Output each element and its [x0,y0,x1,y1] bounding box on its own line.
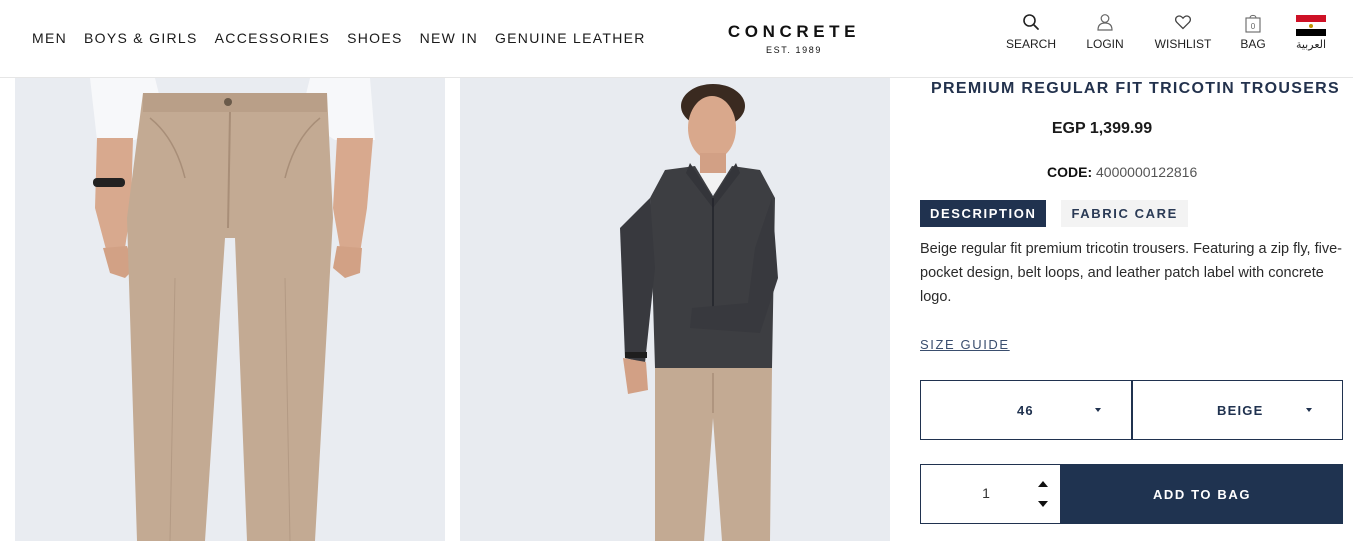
bag-label: BAG [1240,37,1266,51]
main-nav: MEN BOYS & GIRLS ACCESSORIES SHOES NEW I… [32,30,646,46]
tab-description[interactable]: DESCRIPTION [920,200,1047,227]
user-icon [1097,14,1113,31]
wishlist-label: WISHLIST [1154,37,1212,51]
color-select[interactable]: BEIGE [1132,380,1343,440]
brand-logo[interactable]: CONCRETE EST. 1989 [715,22,873,55]
egypt-flag-icon [1296,15,1326,36]
tab-fabric-care[interactable]: FABRIC CARE [1061,200,1188,227]
language-label: العربية [1295,38,1327,51]
nav-item-accessories[interactable]: ACCESSORIES [215,30,330,46]
trousers-closeup-illustration [15,78,445,541]
product-price: EGP 1,399.99 [920,120,1340,138]
product-description: Beige regular fit premium tricotin trous… [920,241,1343,305]
code-value: 4000000122816 [1096,164,1198,180]
search-icon [1023,14,1039,30]
size-selected-value: 46 [1017,403,1034,418]
nav-item-shoes[interactable]: SHOES [347,30,403,46]
site-header: MEN BOYS & GIRLS ACCESSORIES SHOES NEW I… [0,0,1353,78]
bag-count: 0 [1251,22,1256,31]
add-to-bag-button[interactable]: ADD TO BAG [1061,464,1343,524]
login-label: LOGIN [1086,37,1124,51]
increment-arrow-icon[interactable] [1038,481,1048,487]
size-guide-link[interactable]: SIZE GUIDE [920,337,1010,352]
language-switch[interactable]: العربية [1294,13,1328,51]
logo-tagline: EST. 1989 [766,45,822,55]
code-label: CODE: [1047,164,1093,180]
size-select[interactable]: 46 [920,380,1132,440]
product-code: CODE: 4000000122816 [1047,164,1197,180]
nav-item-genuine-leather[interactable]: GENUINE LEATHER [495,30,646,46]
shopping-bag-icon: 0 [1245,14,1261,33]
product-tabs: DESCRIPTION FABRIC CARE [920,200,1188,227]
product-image-1[interactable] [15,78,445,541]
logo-brand: CONCRETE [727,22,861,41]
product-image-2[interactable] [460,78,890,541]
color-selected-value: BEIGE [1217,403,1264,418]
nav-item-men[interactable]: MEN [32,30,67,46]
nav-item-new-in[interactable]: NEW IN [420,30,478,46]
quantity-stepper [920,464,1061,524]
decrement-arrow-icon[interactable] [1038,501,1048,507]
heart-icon [1175,15,1191,30]
search-button[interactable]: SEARCH [1006,13,1056,51]
product-title: PREMIUM REGULAR FIT TRICOTIN TROUSERS [931,80,1340,97]
price-value: EGP 1,399.99 [1051,120,1153,137]
search-label: SEARCH [1006,37,1057,51]
wishlist-button[interactable]: WISHLIST [1153,13,1213,51]
bag-button[interactable]: 0 BAG [1238,13,1268,51]
login-button[interactable]: LOGIN [1085,13,1125,51]
chevron-down-icon [1306,408,1312,412]
chevron-down-icon [1095,408,1101,412]
quantity-input[interactable] [971,485,1001,501]
model-illustration [460,78,890,541]
nav-item-boys-girls[interactable]: BOYS & GIRLS [84,30,198,46]
